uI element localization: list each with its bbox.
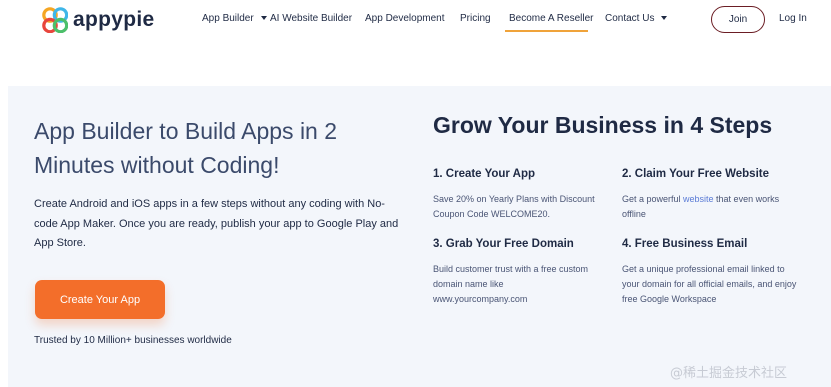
nav-app-builder[interactable]: App Builder — [202, 13, 267, 24]
create-your-app-button[interactable]: Create Your App — [35, 280, 165, 319]
nav-app-development[interactable]: App Development — [365, 13, 445, 24]
step-4-heading: 4. Free Business Email — [622, 238, 748, 250]
website-link[interactable]: website — [683, 194, 714, 204]
step-2-text: Get a powerful website that even works o… — [622, 192, 782, 222]
appypie-logo-icon — [42, 7, 69, 34]
nav-label: Contact Us — [605, 13, 655, 24]
step-4-text: Get a unique professional email linked t… — [622, 264, 797, 304]
nav-contact-us[interactable]: Contact Us — [605, 13, 668, 24]
nav-become-a-reseller[interactable]: Become A Reseller — [509, 13, 594, 24]
join-button[interactable]: Join — [711, 6, 765, 33]
chevron-down-icon — [260, 16, 267, 20]
nav-label: App Builder — [202, 13, 254, 24]
top-nav-bar: appypie App Builder AI Website Builder A… — [0, 0, 831, 40]
hero-description: Create Android and iOS apps in a few ste… — [34, 198, 399, 249]
login-link[interactable]: Log In — [779, 13, 807, 24]
active-nav-underline — [505, 30, 588, 32]
appypie-logo[interactable]: appypie — [42, 6, 154, 34]
step-2-text-part: Get a powerful — [622, 194, 684, 204]
step-3-text: Build customer trust with a free custom … — [433, 264, 589, 304]
step-1-text: Save 20% on Yearly Plans with Discount C… — [433, 194, 595, 219]
brand-name: appypie — [73, 8, 155, 31]
step-3-heading: 3. Grab Your Free Domain — [433, 238, 574, 250]
nav-pricing[interactable]: Pricing — [460, 13, 491, 24]
nav-ai-website-builder[interactable]: AI Website Builder — [270, 13, 352, 24]
step-1-heading: 1. Create Your App — [433, 168, 536, 180]
steps-title: Grow Your Business in 4 Steps — [433, 112, 773, 138]
step-2-heading: 2. Claim Your Free Website — [622, 168, 769, 180]
watermark: @稀土掘金技术社区 — [670, 366, 788, 381]
trusted-text: Trusted by 10 Million+ businesses worldw… — [34, 335, 232, 346]
chevron-down-icon — [661, 16, 668, 20]
hero-title: App Builder to Build Apps in 2 Minutes w… — [34, 118, 338, 178]
